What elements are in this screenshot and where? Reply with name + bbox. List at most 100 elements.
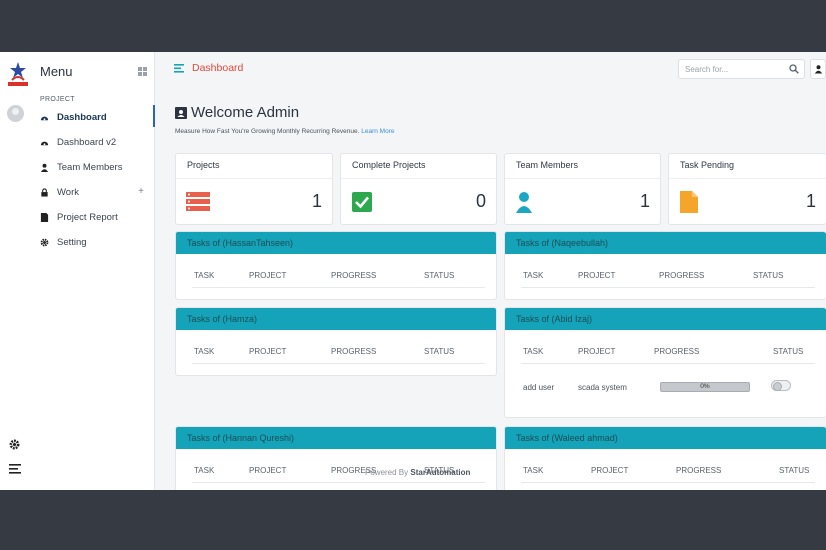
stat-card-task-pending[interactable]: Task Pending 1: [668, 153, 826, 225]
stat-value: 1: [639, 191, 650, 211]
task-card-title: Tasks of (Hannan Qureshi): [176, 427, 496, 449]
menu-title: Menu: [40, 64, 73, 79]
col-status: STATUS: [424, 347, 455, 356]
sidebar-item-project-report[interactable]: Project Report: [40, 208, 152, 226]
server-icon: [186, 192, 210, 211]
search-input[interactable]: [679, 60, 784, 78]
table-header: TASK PROJECT PROGRESS STATUS: [521, 463, 815, 483]
col-project: PROJECT: [578, 271, 616, 280]
page-title: Dashboard: [192, 62, 244, 74]
user-card-icon: [175, 107, 187, 119]
search-icon[interactable]: [789, 64, 799, 74]
task-card-title: Tasks of (Abid Izaj): [505, 308, 826, 330]
sidebar-item-label: Setting: [57, 236, 87, 248]
menu-toggle-icon[interactable]: [174, 64, 184, 73]
col-task: TASK: [194, 347, 215, 356]
settings-gear-icon[interactable]: [9, 439, 20, 450]
learn-more-link[interactable]: Learn More: [361, 128, 394, 135]
stat-label: Projects: [187, 160, 220, 170]
grid-icon[interactable]: [138, 67, 147, 76]
stat-card-team-members[interactable]: Team Members 1: [504, 153, 661, 225]
sidebar-item-label: Dashboard: [57, 111, 107, 123]
task-card-title: Tasks of (Naqeebullah): [505, 232, 826, 254]
welcome-heading: Welcome Admin: [175, 104, 299, 121]
sidebar-item-dashboard-v2[interactable]: Dashboard v2: [40, 133, 152, 151]
sidebar-item-label: Project Report: [57, 211, 118, 223]
file-icon: [680, 191, 698, 213]
col-task: TASK: [194, 271, 215, 280]
col-project: PROJECT: [591, 466, 629, 475]
stat-value: 1: [805, 191, 816, 211]
gear-icon: [40, 238, 49, 246]
task-card-waleed-ahmad: Tasks of (Waleed ahmad) TASK PROJECT PRO…: [504, 426, 826, 490]
search-box: [678, 59, 805, 79]
subtitle: Measure How Fast You're Growing Monthly …: [175, 128, 394, 135]
welcome-text: Welcome Admin: [191, 104, 300, 121]
footer-brand: StarAutomation: [410, 468, 471, 477]
col-task: TASK: [523, 466, 544, 475]
col-project: PROJECT: [578, 347, 616, 356]
sidebar-item-setting[interactable]: Setting: [40, 233, 152, 251]
stat-card-projects[interactable]: Projects 1: [175, 153, 333, 225]
col-progress: PROGRESS: [676, 466, 722, 475]
col-project: PROJECT: [249, 466, 287, 475]
status-toggle[interactable]: [771, 380, 791, 391]
subtitle-text: Measure How Fast You're Growing Monthly …: [175, 128, 360, 135]
divider: [505, 178, 660, 179]
col-task: TASK: [194, 466, 215, 475]
task-card-hannan-qureshi: Tasks of (Hannan Qureshi) TASK PROJECT P…: [175, 426, 497, 490]
col-status: STATUS: [779, 466, 810, 475]
task-card-title: Tasks of (HassanTahseen): [176, 232, 496, 254]
sidebar: Menu PROJECT Dashboard Dashboard v2 Team…: [0, 52, 155, 490]
dashboard-icon: [40, 116, 49, 120]
user-icon: [814, 65, 823, 74]
col-status: STATUS: [773, 347, 804, 356]
task-card-hamza: Tasks of (Hamza) TASK PROJECT PROGRESS S…: [175, 307, 497, 376]
active-indicator: [153, 105, 155, 127]
sidebar-item-label: Dashboard v2: [57, 136, 117, 148]
user-icon: [40, 163, 49, 172]
table-header: TASK PROJECT PROGRESS STATUS: [521, 344, 815, 364]
footer-prefix: Powered By: [365, 468, 409, 477]
check-icon: [352, 192, 372, 212]
avatar[interactable]: [7, 105, 24, 122]
col-task: TASK: [523, 271, 544, 280]
task-card-title: Tasks of (Hamza): [176, 308, 496, 330]
list-icon[interactable]: [9, 464, 21, 474]
stat-label: Complete Projects: [352, 160, 426, 170]
table-header: TASK PROJECT PROGRESS STATUS: [192, 268, 485, 288]
col-project: PROJECT: [249, 271, 287, 280]
sidebar-item-dashboard[interactable]: Dashboard: [40, 108, 152, 126]
sidebar-item-team-members[interactable]: Team Members: [40, 158, 152, 176]
progress-label: 0%: [700, 383, 710, 390]
stat-value: 1: [311, 191, 322, 211]
col-project: PROJECT: [249, 347, 287, 356]
sidebar-item-label: Team Members: [57, 161, 123, 173]
user-icon: [516, 192, 532, 213]
progress-bar: 0%: [660, 382, 750, 392]
col-status: STATUS: [424, 271, 455, 280]
col-progress: PROGRESS: [331, 347, 377, 356]
col-progress: PROGRESS: [654, 347, 700, 356]
stat-value: 0: [475, 191, 486, 211]
stat-card-complete-projects[interactable]: Complete Projects 0: [340, 153, 497, 225]
stat-label: Team Members: [516, 160, 579, 170]
task-card-abid-izaj: Tasks of (Abid Izaj) TASK PROJECT PROGRE…: [504, 307, 826, 418]
sidebar-item-work[interactable]: Work +: [40, 183, 152, 201]
topbar: Dashboard: [155, 52, 826, 85]
cell-project: scada system: [578, 383, 627, 392]
expand-icon[interactable]: +: [138, 186, 144, 197]
col-progress: PROGRESS: [659, 271, 705, 280]
col-status: STATUS: [753, 271, 784, 280]
sidebar-item-label: Work: [57, 186, 79, 198]
task-card-naqeebullah: Tasks of (Naqeebullah) TASK PROJECT PROG…: [504, 231, 826, 300]
task-card-title: Tasks of (Waleed ahmad): [505, 427, 826, 449]
dashboard-icon: [40, 141, 49, 145]
task-card-hassantahseen: Tasks of (HassanTahseen) TASK PROJECT PR…: [175, 231, 497, 300]
table-header: TASK PROJECT PROGRESS STATUS: [192, 344, 485, 364]
lock-icon: [41, 187, 48, 197]
divider: [669, 178, 826, 179]
cell-task: add user: [523, 383, 555, 392]
user-menu-button[interactable]: [810, 59, 826, 79]
col-task: TASK: [523, 347, 544, 356]
